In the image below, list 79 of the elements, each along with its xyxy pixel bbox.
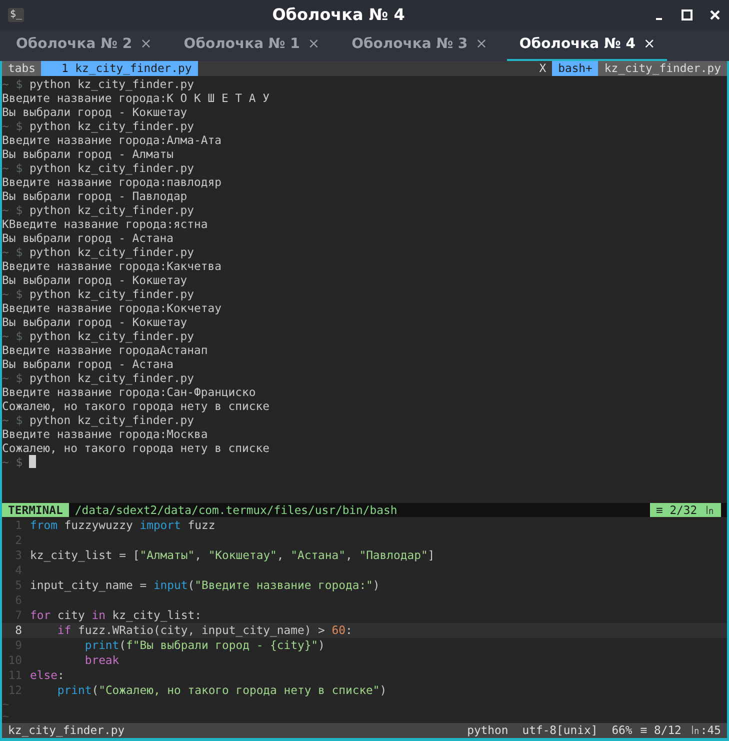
output-text: Вы выбрали город - Кокшетау: [2, 315, 188, 329]
tab-label: Оболочка № 2: [16, 35, 132, 54]
output-text: Введите название города:Москва: [2, 427, 208, 441]
output-text: Вы выбрали город - Кокшетау: [2, 273, 188, 287]
buffer-tab[interactable]: 1 kz_city_finder.py: [41, 61, 198, 76]
prompt: ~ $: [2, 119, 23, 133]
output-text: Введите название города:павлодяр: [2, 175, 222, 189]
command-text: python kz_city_finder.py: [29, 287, 194, 301]
tab-label: Оболочка № 1: [184, 35, 300, 54]
output-text: Введите название города:Сан-Франциско: [2, 385, 256, 399]
filetype-text: python: [467, 723, 508, 738]
path-text: /data/sdext2/data/com.termux/files/usr/bin/bash: [74, 503, 398, 517]
encoding-text: utf-8[unix]: [522, 723, 598, 738]
prompt: ~ $: [2, 161, 23, 175]
app-icon: $_: [8, 8, 24, 22]
command-text: python kz_city_finder.py: [29, 161, 194, 175]
output-text: Введите название города:Алма-Ата: [2, 133, 222, 147]
command-text: python kz_city_finder.py: [29, 371, 194, 385]
code-line: print(f"Вы выбрали город - {city}"): [84, 638, 325, 653]
code-line: print("Сожалею, но такого города нету в списке"): [56, 683, 387, 698]
code-line: from fuzzywuzzy import fuzz: [29, 518, 216, 533]
code-line: if fuzz.WRatio(city, input_city_name) > 60:: [56, 623, 352, 638]
command-text: python kz_city_finder.py: [29, 203, 194, 217]
prompt: ~ $: [2, 413, 23, 427]
file-name: kz_city_finder.py: [8, 723, 126, 738]
filler-marker: ~: [2, 710, 10, 722]
tab[interactable]: Оболочка № 1 ×: [172, 30, 332, 61]
output-text: Сожалею, но такого города нету в списке: [2, 399, 270, 413]
prompt: ~ $: [2, 455, 23, 469]
tab[interactable]: Оболочка № 3 ×: [340, 30, 500, 61]
output-text: Вы выбрали город - Алматы: [2, 147, 174, 161]
command-text: python kz_city_finder.py: [29, 77, 194, 91]
prompt: ~ $: [2, 371, 23, 385]
output-text: КВведите название города:ястна: [2, 217, 208, 231]
output-text: Вы выбрали город - Павлодар: [2, 189, 188, 203]
prompt: ~ $: [2, 203, 23, 217]
tabs-label: tabs: [2, 61, 42, 76]
prompt: ~ $: [2, 245, 23, 259]
prompt: ~ $: [2, 329, 23, 343]
filler-marker: ~: [2, 698, 10, 710]
close-icon[interactable]: ×: [308, 34, 320, 55]
prompt: ~ $: [2, 287, 23, 301]
tab-label: Оболочка № 3: [352, 35, 468, 54]
output-text: Вы выбрали город - Астана: [2, 357, 174, 371]
tab[interactable]: Оболочка № 2 ×: [4, 30, 164, 61]
command-text: python kz_city_finder.py: [29, 329, 194, 343]
code-line: for city in kz_city_list:: [29, 608, 202, 623]
cursor: [29, 455, 36, 468]
close-icon[interactable]: ×: [476, 34, 488, 55]
maximize-icon[interactable]: [681, 9, 693, 21]
command-text: python kz_city_finder.py: [29, 119, 194, 133]
close-icon[interactable]: [709, 9, 721, 21]
column-text: ㏑:45: [689, 723, 721, 738]
position-text: ≡ 2/32 ㏑: [650, 503, 721, 517]
code-line: kz_city_list = ["Алматы", "Кокшетау", "Астана", "Павлодар"]: [29, 548, 435, 563]
tab-label: Оболочка № 4: [519, 35, 636, 54]
output-text: Введите название городаАстанап: [2, 343, 208, 357]
mode-label: TERMINAL: [2, 503, 69, 517]
buffer-tab[interactable]: kz_city_finder.py: [598, 61, 727, 76]
line-number: 8: [14, 623, 23, 638]
prompt: ~ $: [2, 77, 23, 91]
output-text: Вы выбрали город - Кокшетау: [2, 105, 188, 119]
buffer-tab[interactable]: bash+: [552, 61, 598, 76]
window-title: Оболочка № 4: [272, 4, 405, 26]
close-icon[interactable]: ×: [643, 34, 656, 55]
command-text: python kz_city_finder.py: [29, 413, 194, 427]
code-line: input_city_name = input("Введите название города:"): [29, 578, 380, 593]
command-text: python kz_city_finder.py: [29, 245, 194, 259]
output-text: Вы выбрали город - Астана: [2, 231, 174, 245]
close-icon[interactable]: ×: [140, 34, 152, 55]
percent-text: 66%: [612, 723, 632, 738]
output-text: Введите название города:Кокчетау: [2, 301, 222, 315]
code-line: else:: [29, 668, 64, 683]
output-text: Введите название города:К О К Ш Е Т А У: [2, 91, 270, 105]
close-button[interactable]: X: [533, 61, 552, 76]
output-text: Сожалею, но такого города нету в списке: [2, 441, 270, 455]
code-line: break: [84, 653, 120, 668]
output-text: Введите название города:Какчетва: [2, 259, 222, 273]
position-text: ≡ 8/12: [640, 723, 682, 738]
